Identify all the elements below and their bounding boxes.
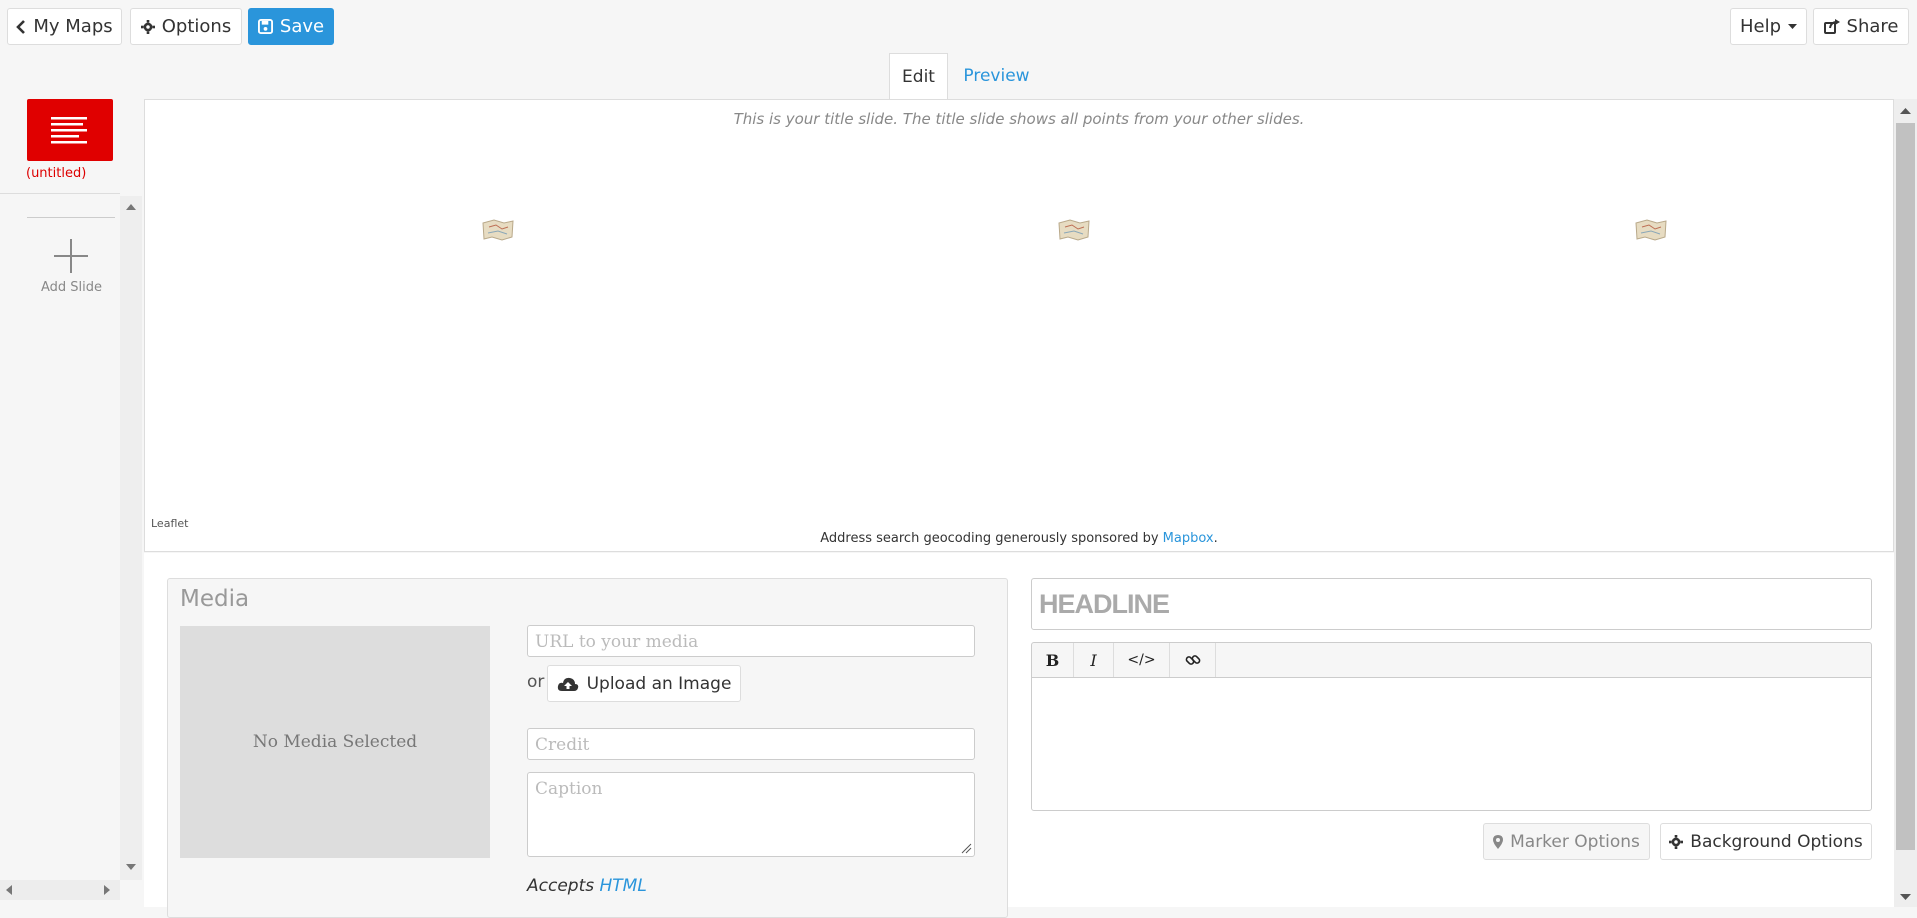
my-maps-button[interactable]: My Maps [7, 8, 122, 45]
italic-button[interactable]: I [1074, 643, 1114, 677]
map-marker-icon [1493, 834, 1504, 849]
geocode-note-prefix: Address search geocoding generously spon… [820, 531, 1163, 546]
my-maps-label: My Maps [33, 16, 113, 37]
add-slide-divider [27, 217, 115, 218]
bold-button[interactable]: B [1032, 643, 1074, 677]
tab-preview-label: Preview [963, 66, 1030, 86]
caption-textarea[interactable]: Caption [527, 772, 975, 857]
scroll-up-arrow-icon [1900, 108, 1911, 114]
code-button[interactable]: </> [1114, 643, 1170, 677]
scroll-left-arrow-icon [6, 885, 12, 895]
media-preview: No Media Selected [180, 626, 490, 858]
text-editor-toolbar: B I </> [1031, 642, 1872, 678]
credit-input[interactable]: Credit [527, 728, 975, 760]
chevron-left-icon [16, 19, 26, 34]
share-label: Share [1846, 16, 1899, 37]
options-button[interactable]: Options [130, 8, 242, 45]
scroll-down-arrow-icon [1900, 894, 1911, 900]
title-slide-note: This is your title slide. The title slid… [733, 110, 1305, 128]
slide-thumbnail[interactable] [27, 99, 113, 161]
headline-placeholder: HEADLINE [1039, 589, 1170, 619]
italic-label: I [1090, 650, 1097, 670]
plus-icon [54, 239, 88, 273]
html-link[interactable]: HTML [600, 876, 647, 896]
tab-edit-label: Edit [902, 66, 935, 87]
scroll-up-arrow-icon [126, 204, 136, 210]
no-media-label: No Media Selected [252, 732, 418, 752]
tab-preview[interactable]: Preview [955, 53, 1038, 99]
map-canvas[interactable]: This is your title slide. The title slid… [144, 99, 1894, 552]
scroll-down-arrow-icon [126, 864, 136, 870]
options-label: Options [161, 16, 232, 37]
background-options-button[interactable]: Background Options [1660, 823, 1872, 860]
sidebar-horizontal-scrollbar[interactable] [0, 880, 120, 900]
caption-placeholder: Caption [535, 779, 603, 799]
upload-image-button[interactable]: Upload an Image [547, 665, 741, 702]
geocode-note-suffix: . [1213, 531, 1218, 546]
headline-input[interactable]: HEADLINE [1031, 578, 1872, 630]
floppy-disk-icon [257, 19, 273, 34]
text-lines-icon [51, 117, 87, 144]
sidebar-scrollbar[interactable] [120, 196, 142, 880]
media-url-placeholder: URL to your media [535, 632, 699, 652]
tab-edit[interactable]: Edit [889, 53, 948, 99]
caret-down-icon [1788, 23, 1798, 29]
link-icon [1185, 655, 1200, 665]
or-label: or [527, 672, 545, 692]
scroll-right-arrow-icon [104, 885, 110, 895]
leaflet-attribution[interactable]: Leaflet [151, 517, 188, 530]
sidebar-divider [0, 193, 120, 194]
add-slide-label: Add Slide [41, 280, 103, 295]
save-button[interactable]: Save [248, 8, 334, 45]
cloud-upload-icon [557, 677, 578, 691]
text-editor-body[interactable] [1031, 677, 1872, 811]
map-tile-icon [1058, 219, 1090, 241]
slide-title-label: (untitled) [26, 166, 87, 181]
credit-placeholder: Credit [535, 735, 590, 755]
map-tile-icon [1635, 219, 1667, 241]
resize-handle-icon[interactable] [960, 842, 972, 854]
share-icon [1823, 19, 1840, 34]
media-url-input[interactable]: URL to your media [527, 625, 975, 657]
share-button[interactable]: Share [1813, 8, 1909, 45]
main-scrollbar-thumb[interactable] [1896, 123, 1915, 850]
help-button[interactable]: Help [1730, 8, 1807, 45]
map-tile-icon [482, 219, 514, 241]
upload-image-label: Upload an Image [586, 673, 732, 694]
gear-icon [140, 19, 155, 34]
accepts-prefix: Accepts [527, 876, 600, 896]
background-options-label: Background Options [1690, 831, 1863, 852]
code-label: </> [1127, 652, 1156, 668]
geocode-note: Address search geocoding generously spon… [145, 531, 1893, 546]
marker-options-button[interactable]: Marker Options [1483, 823, 1650, 860]
gear-icon [1669, 834, 1684, 849]
help-label: Help [1739, 16, 1782, 37]
marker-options-label: Marker Options [1510, 831, 1640, 852]
accepts-html-note: Accepts HTML [527, 876, 647, 896]
bold-label: B [1045, 650, 1060, 670]
media-title: Media [180, 586, 250, 612]
save-label: Save [279, 16, 325, 37]
mapbox-link[interactable]: Mapbox [1163, 531, 1214, 546]
link-button[interactable] [1170, 643, 1216, 677]
